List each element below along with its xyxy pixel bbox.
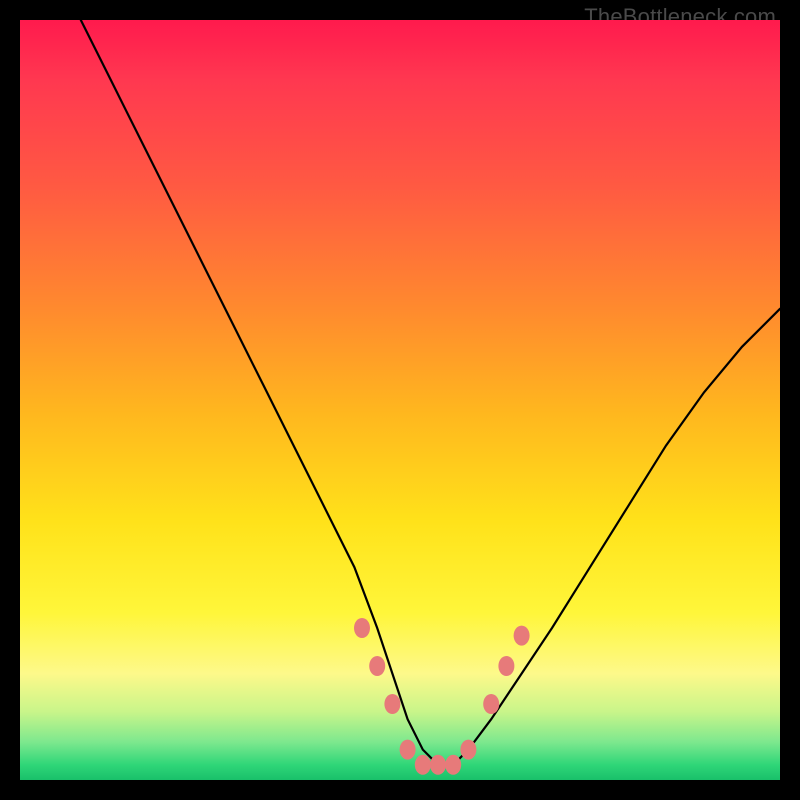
chart-frame (20, 20, 780, 780)
background-gradient (20, 20, 780, 780)
chart-plot-area (20, 20, 780, 780)
